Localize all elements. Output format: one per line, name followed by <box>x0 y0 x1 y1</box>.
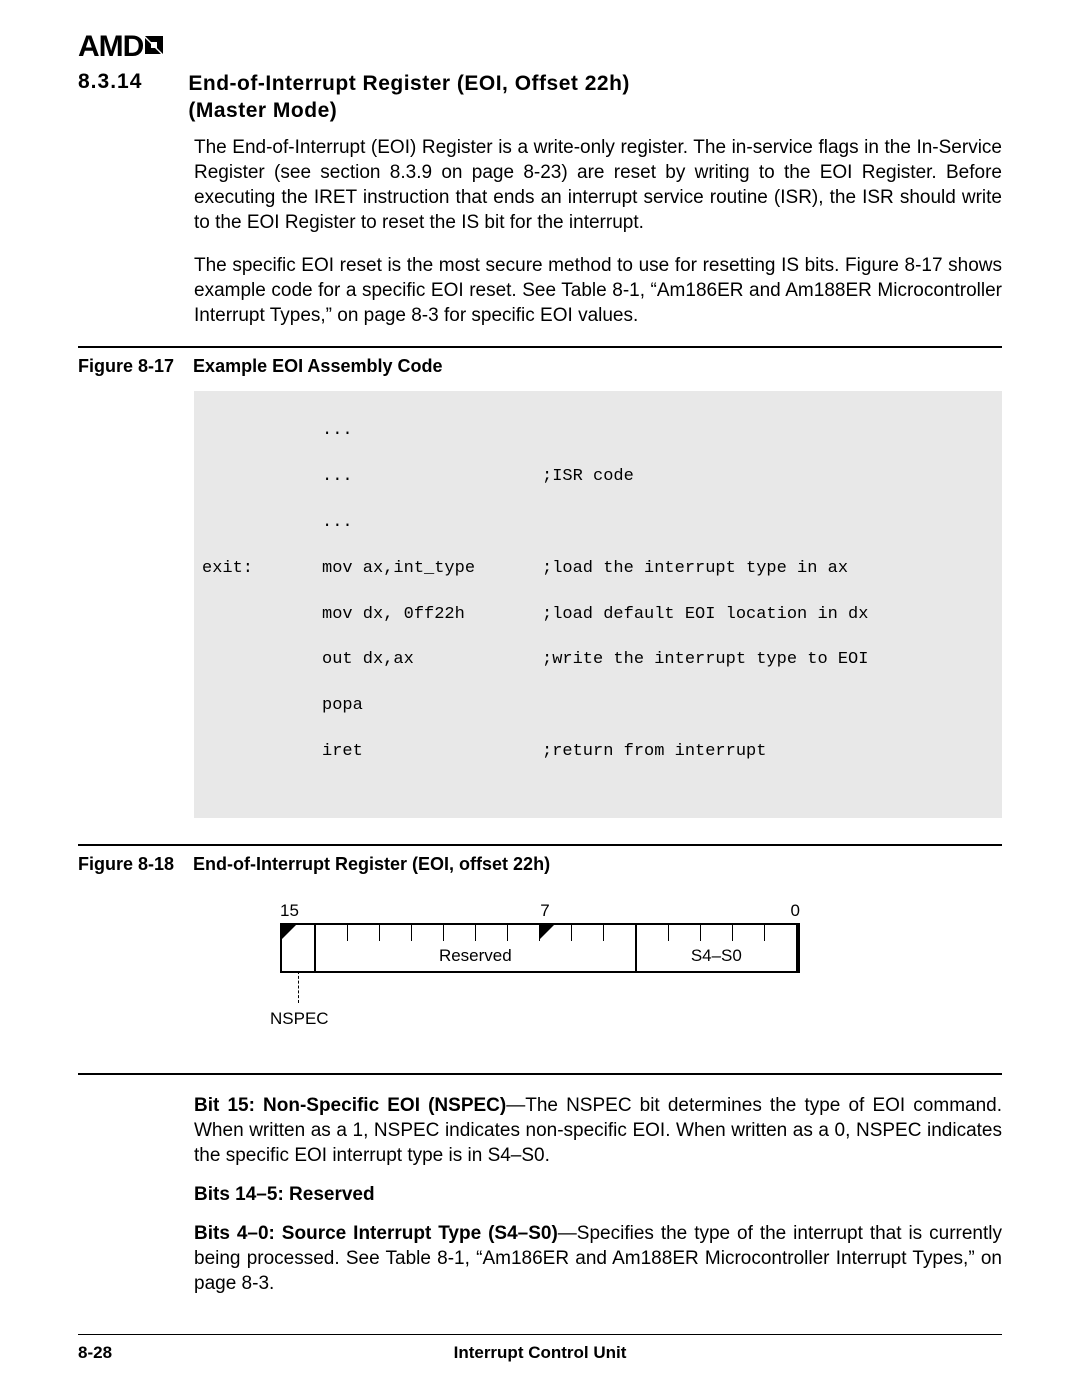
section-title-line2: (Master Mode) <box>188 99 337 122</box>
callout-line <box>298 971 301 1003</box>
bit-15-description: Bit 15: Non-Specific EOI (NSPEC)—The NSP… <box>194 1093 1002 1168</box>
code-instr: ... <box>322 466 542 489</box>
bits-14-5-lead: Bits 14–5: Reserved <box>194 1184 375 1205</box>
section-title-line1: End-of-Interrupt Register (EOI, Offset 2… <box>188 72 630 95</box>
code-label <box>202 604 322 627</box>
bit-ticks <box>637 925 796 941</box>
section-number: 8.3.14 <box>78 70 142 125</box>
code-instr: ... <box>322 420 542 443</box>
figure-8-18-caption: Figure 8-18 End-of-Interrupt Register (E… <box>78 854 1002 875</box>
code-comment: ;write the interrupt type to EOI <box>542 649 994 672</box>
section-header: 8.3.14 End-of-Interrupt Register (EOI, O… <box>78 70 1002 125</box>
code-instr: ... <box>322 512 542 535</box>
figure-title: Example EOI Assembly Code <box>193 356 442 376</box>
bit-label-0: 0 <box>768 901 800 921</box>
amd-logo: AMD <box>78 30 1002 64</box>
figure-label: Figure 8-18 <box>78 854 174 874</box>
page-footer: 8-28 Interrupt Control Unit <box>78 1334 1002 1363</box>
code-instr: iret <box>322 741 542 764</box>
code-label <box>202 649 322 672</box>
register-bit-15 <box>282 925 316 971</box>
paragraph-2: The specific EOI reset is the most secur… <box>194 253 1002 328</box>
code-comment: ;ISR code <box>542 466 994 489</box>
logo-text: AMD <box>78 30 143 63</box>
page-number: 8-28 <box>78 1343 178 1363</box>
register-reserved-field: Reserved <box>316 925 637 971</box>
code-comment <box>542 512 994 535</box>
code-instr: out dx,ax <box>322 649 542 672</box>
bit-descriptions: Bit 15: Non-Specific EOI (NSPEC)—The NSP… <box>194 1093 1002 1297</box>
code-label <box>202 420 322 443</box>
footer-title: Interrupt Control Unit <box>178 1343 902 1363</box>
code-label <box>202 741 322 764</box>
code-comment: ;load the interrupt type in ax <box>542 558 994 581</box>
nspec-label: NSPEC <box>270 1009 329 1029</box>
bit-label-15: 15 <box>280 901 322 921</box>
reserved-label: Reserved <box>316 941 635 971</box>
bits-14-5-description: Bits 14–5: Reserved <box>194 1182 1002 1207</box>
paragraph-1: The End-of-Interrupt (EOI) Register is a… <box>194 135 1002 235</box>
bits-4-0-description: Bits 4–0: Source Interrupt Type (S4–S0)—… <box>194 1221 1002 1296</box>
code-label <box>202 512 322 535</box>
code-block: ... ...;ISR code ... exit:mov ax,int_typ… <box>194 391 1002 818</box>
figure-title: End-of-Interrupt Register (EOI, offset 2… <box>193 854 550 874</box>
register-box: Reserved S4–S0 NSPEC <box>280 923 800 973</box>
bit-ticks <box>316 925 635 941</box>
register-s4s0-field: S4–S0 <box>637 925 798 971</box>
bit-15-lead: Bit 15: Non-Specific EOI (NSPEC) <box>194 1095 506 1116</box>
bit-label-7: 7 <box>529 901 561 921</box>
code-comment <box>542 420 994 443</box>
code-label <box>202 466 322 489</box>
register-bit-labels: 15 7 0 <box>280 901 800 921</box>
code-comment <box>542 695 994 718</box>
figure-8-17-caption: Figure 8-17 Example EOI Assembly Code <box>78 356 1002 377</box>
s4s0-label: S4–S0 <box>637 941 796 971</box>
bits-4-0-lead: Bits 4–0: Source Interrupt Type (S4–S0) <box>194 1223 558 1244</box>
code-label <box>202 695 322 718</box>
code-instr: mov dx, 0ff22h <box>322 604 542 627</box>
figure-label: Figure 8-17 <box>78 356 174 376</box>
horizontal-rule <box>78 346 1002 348</box>
horizontal-rule <box>78 844 1002 846</box>
code-instr: mov ax,int_type <box>322 558 542 581</box>
code-comment: ;load default EOI location in dx <box>542 604 994 627</box>
horizontal-rule <box>78 1073 1002 1075</box>
register-diagram: 15 7 0 Reserved S4–S0 <box>280 901 800 973</box>
body-text: The End-of-Interrupt (EOI) Register is a… <box>194 135 1002 329</box>
logo-arrow-icon <box>143 30 167 64</box>
section-title: End-of-Interrupt Register (EOI, Offset 2… <box>188 70 630 125</box>
code-comment: ;return from interrupt <box>542 741 994 764</box>
code-instr: popa <box>322 695 542 718</box>
code-label: exit: <box>202 558 322 581</box>
triangle-icon <box>540 925 554 939</box>
triangle-icon <box>282 925 296 939</box>
